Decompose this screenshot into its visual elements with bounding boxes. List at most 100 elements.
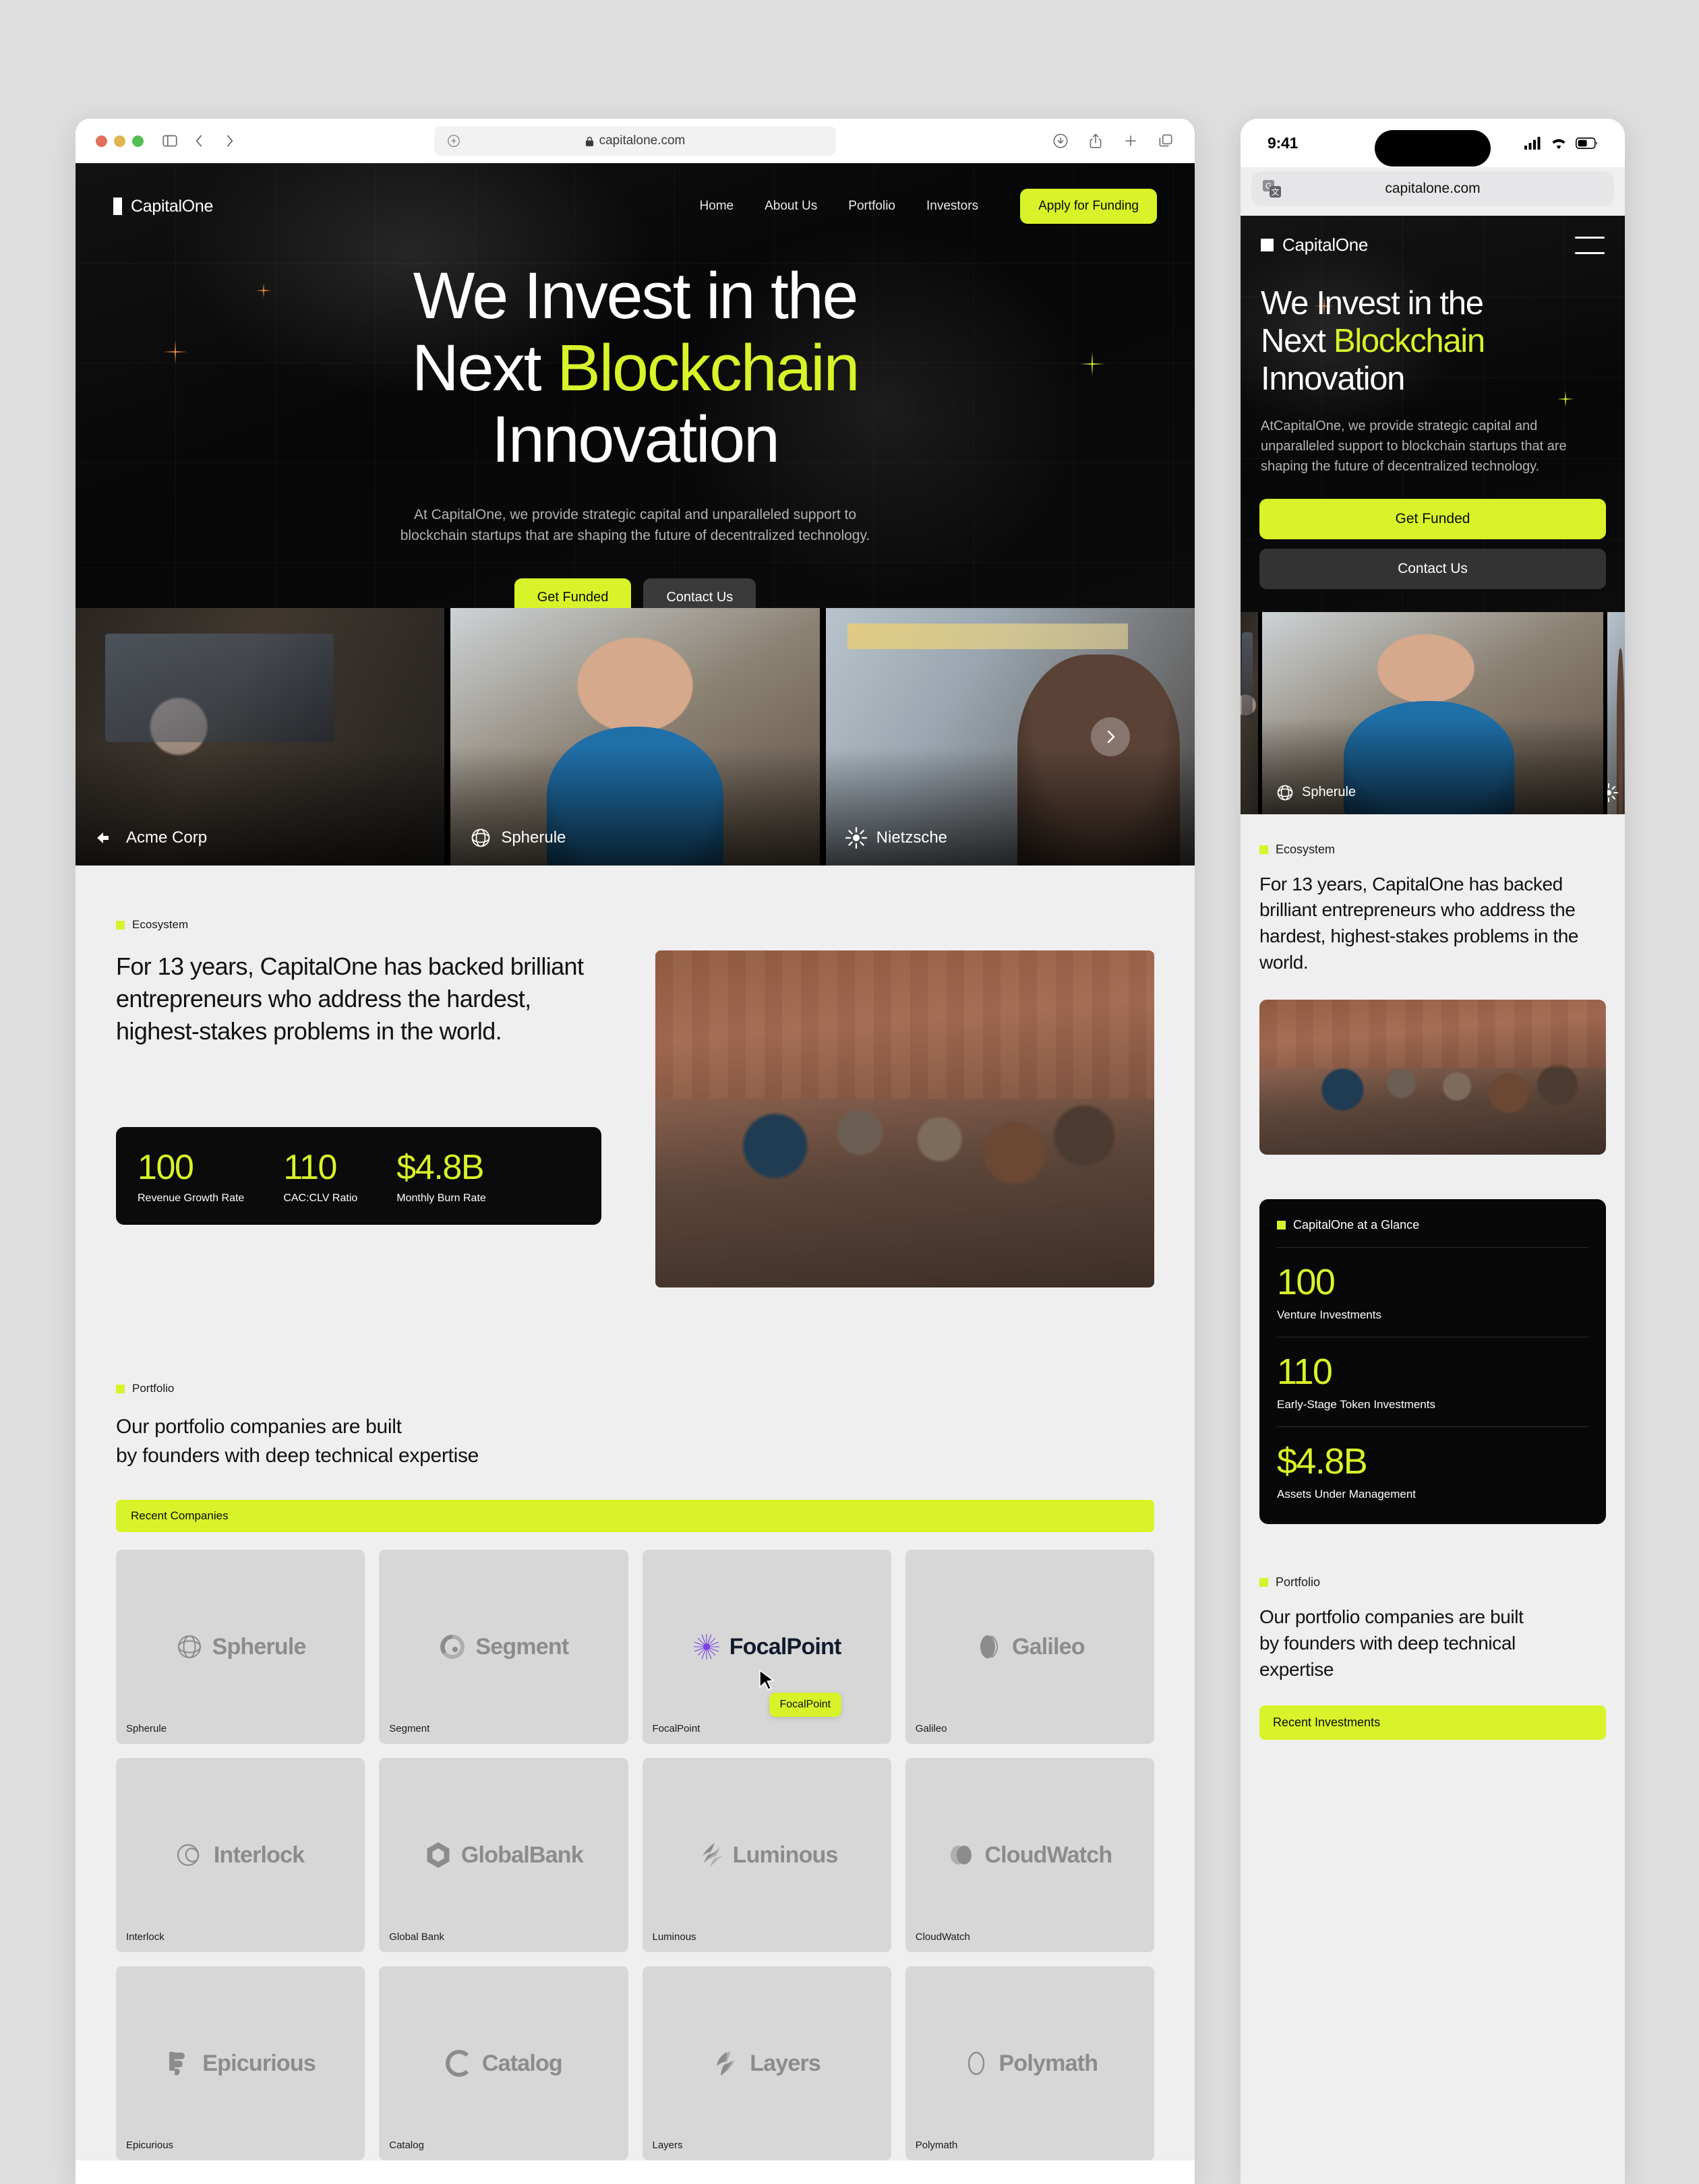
sidebar-icon[interactable] [161, 132, 179, 150]
mobile-page-content: Ecosystem For 13 years, CapitalOne has b… [1241, 814, 1625, 1740]
mobile-ecosystem-heading: For 13 years, CapitalOne has backed bril… [1259, 873, 1579, 973]
mobile-carousel-slide-active[interactable]: Spherule [1262, 611, 1603, 814]
portfolio-card[interactable]: Interlock Interlock [116, 1758, 365, 1953]
hero-heading-line2-prefix: Next [411, 330, 558, 404]
mobile-url-text: capitalone.com [1385, 181, 1481, 196]
mobile-portfolio-eyebrow: Portfolio [1259, 1575, 1606, 1589]
carousel-slide[interactable]: Spherule [450, 608, 820, 866]
hero-section: CapitalOne Home About Us Portfolio Inves… [76, 163, 1195, 608]
portfolio-card[interactable]: Luminous Luminous [642, 1758, 891, 1953]
maximize-window-button[interactable] [132, 135, 144, 147]
focalpoint-logo-icon [693, 1634, 719, 1660]
ecosystem-heading: For 13 years, CapitalOne has backed bril… [116, 952, 584, 1045]
mobile-ecosystem-section: Ecosystem For 13 years, CapitalOne has b… [1259, 843, 1606, 1155]
portfolio-card[interactable]: Galileo Galileo [905, 1550, 1154, 1745]
mobile-ecosystem-eyebrow-label: Ecosystem [1276, 842, 1336, 856]
minimize-window-button[interactable] [114, 135, 125, 147]
nav-item-about-us[interactable]: About Us [765, 199, 817, 214]
mobile-carousel-slide-next[interactable] [1607, 611, 1625, 814]
mobile-get-funded-button[interactable]: Get Funded [1259, 498, 1606, 539]
portfolio-card-name: Interlock [126, 1931, 165, 1943]
close-window-button[interactable] [96, 135, 107, 147]
portfolio-logo-text: Interlock [213, 1842, 305, 1868]
carousel-slide[interactable]: Acme Corp [76, 608, 445, 866]
apply-for-funding-button[interactable]: Apply for Funding [1020, 189, 1157, 224]
spherule-circle-icon [1277, 785, 1293, 801]
stat-label: Monthly Burn Rate [396, 1192, 486, 1204]
desktop-browser-window: capitalone.com CapitalOne Home About Us … [76, 119, 1195, 2184]
carousel-next-button[interactable] [1091, 717, 1130, 756]
hamburger-menu-icon[interactable] [1575, 236, 1605, 254]
hover-tooltip: FocalPoint [769, 1693, 842, 1718]
portfolio-card[interactable]: Layers Layers [642, 1966, 891, 2161]
translate-page-icon[interactable]: G文 [1262, 179, 1282, 199]
tab-overview-icon[interactable] [1157, 132, 1174, 150]
mobile-hero-highlight: Blockchain [1333, 322, 1485, 359]
signal-bars-icon [1524, 136, 1541, 150]
recent-companies-bar[interactable]: Recent Companies [116, 1500, 1154, 1533]
carousel-company-name: Spherule [501, 828, 566, 847]
portfolio-grid: Spherule Spherule Segment Segment FocalP… [116, 1550, 1154, 2161]
stat-value: 100 [138, 1147, 194, 1187]
portfolio-card-name: Segment [389, 1723, 430, 1735]
mobile-glance-eyebrow-label: CapitalOne at a Glance [1293, 1218, 1420, 1232]
mobile-hero-heading: We Invest in the Next Blockchain Innovat… [1241, 255, 1625, 398]
share-icon[interactable] [1087, 132, 1104, 150]
mobile-glance-eyebrow: CapitalOne at a Glance [1277, 1218, 1588, 1232]
mobile-recent-investments-bar[interactable]: Recent Investments [1259, 1705, 1606, 1740]
nav-item-home[interactable]: Home [699, 199, 734, 214]
segment-logo-icon [440, 1635, 465, 1660]
carousel-slide[interactable]: Nietzsche [825, 608, 1195, 866]
lock-icon [585, 136, 594, 146]
address-bar[interactable]: capitalone.com [434, 126, 836, 156]
carousel-slide-label: Acme Corp [94, 826, 207, 849]
portfolio-logo-text: Luminous [732, 1842, 839, 1868]
portfolio-card[interactable]: GlobalBank Global Bank [379, 1758, 628, 1953]
portfolio-card[interactable]: CloudWatch CloudWatch [905, 1758, 1154, 1953]
acme-arrow-icon [97, 832, 109, 843]
mobile-stat-item: 110 Early-Stage Token Investments [1277, 1337, 1588, 1412]
portfolio-card[interactable]: Catalog Catalog [379, 1966, 628, 2161]
mobile-stat-item: $4.8B Assets Under Management [1277, 1426, 1588, 1501]
stat-label: Revenue Growth Rate [138, 1192, 245, 1204]
eyebrow-square-icon [116, 1384, 125, 1393]
company-carousel: Acme Corp Spherule Nietzsche [76, 608, 1195, 866]
carousel-company-name: Nietzsche [876, 828, 948, 847]
mobile-carousel-slide-prev[interactable] [1241, 611, 1258, 814]
mobile-portfolio-eyebrow-label: Portfolio [1276, 1575, 1321, 1589]
nav-item-portfolio[interactable]: Portfolio [848, 199, 895, 214]
mobile-contact-us-button[interactable]: Contact Us [1259, 548, 1606, 589]
portfolio-card[interactable]: Polymath Polymath [905, 1966, 1154, 2161]
portfolio-card-name: Layers [652, 2140, 683, 2152]
portfolio-card[interactable]: FocalPoint FocalPoint FocalPoint [642, 1550, 891, 1745]
portfolio-card[interactable]: Spherule Spherule [116, 1550, 365, 1745]
back-icon[interactable] [191, 132, 208, 150]
portfolio-card-name: Global Bank [389, 1931, 444, 1943]
portfolio-card[interactable]: Segment Segment [379, 1550, 628, 1745]
get-funded-button[interactable]: Get Funded [514, 578, 632, 608]
brand-logo[interactable]: CapitalOne [113, 197, 213, 216]
mobile-hero-line1: We Invest in the [1261, 285, 1484, 322]
portfolio-heading-line2: by founders with deep technical expertis… [116, 1444, 479, 1467]
portfolio-logo-text: Spherule [212, 1633, 307, 1660]
ecosystem-eyebrow: Ecosystem [116, 918, 1154, 932]
mobile-carousel-slide-label: Spherule [1276, 783, 1356, 802]
stat-item: $4.8B Monthly Burn Rate [396, 1150, 486, 1205]
contact-us-button[interactable]: Contact Us [643, 578, 756, 608]
brand-mark-icon [113, 198, 122, 215]
forward-icon[interactable] [220, 132, 238, 150]
mobile-stat-value: 110 [1277, 1352, 1333, 1393]
mobile-address-bar[interactable]: G文 capitalone.com [1251, 171, 1614, 206]
downloads-icon[interactable] [1052, 132, 1069, 150]
mobile-device-frame: 9:41 G文 capitalone.com CapitalOne We Inv… [1241, 119, 1625, 2184]
globalbank-logo-icon [427, 1842, 450, 1869]
mobile-brand-logo[interactable]: CapitalOne [1261, 235, 1368, 255]
eyebrow-square-icon [1259, 1578, 1268, 1587]
portfolio-logo-text: Catalog [481, 2050, 563, 2076]
new-tab-icon[interactable] [1122, 132, 1139, 150]
window-traffic-lights[interactable] [96, 135, 144, 147]
reload-page-icon[interactable] [446, 133, 461, 148]
portfolio-card[interactable]: Epicurious Epicurious [116, 1966, 365, 2161]
nav-item-investors[interactable]: Investors [926, 199, 978, 214]
ecosystem-section: Ecosystem For 13 years, CapitalOne has b… [116, 918, 1154, 1287]
